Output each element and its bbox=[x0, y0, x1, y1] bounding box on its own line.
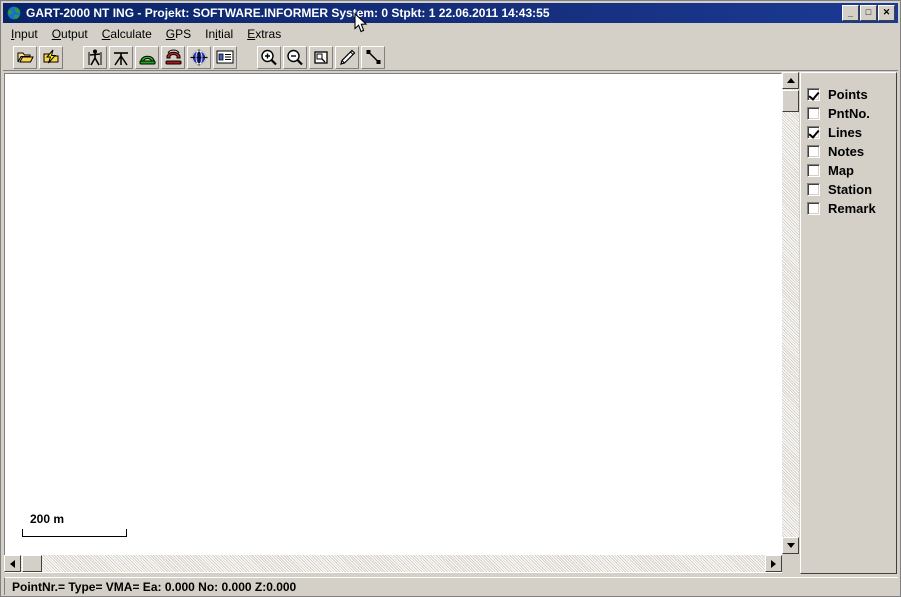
toolbar-gap-1b bbox=[73, 57, 82, 58]
status-bar-text: PointNr.= Type= VMA= Ea: 0.000 No: 0.000… bbox=[12, 579, 297, 594]
folder-lightning-icon bbox=[43, 49, 59, 64]
scale-bar-tick-left bbox=[22, 529, 23, 537]
window-title: GART-2000 NT ING - Projekt: SOFTWARE.INF… bbox=[26, 6, 550, 20]
tripod-button[interactable] bbox=[109, 45, 133, 69]
target-button[interactable] bbox=[187, 45, 211, 69]
layer-checkbox-notes[interactable] bbox=[807, 145, 820, 158]
layer-checkbox-station[interactable] bbox=[807, 183, 820, 196]
menu-item-initial[interactable]: Initial bbox=[203, 26, 242, 42]
layer-checkbox-map-label: Map bbox=[828, 163, 854, 178]
toolbar-gap-1 bbox=[64, 57, 73, 58]
pencil-icon bbox=[339, 49, 355, 65]
zoom-in-button[interactable] bbox=[257, 45, 281, 69]
toolbar-gap-2 bbox=[238, 57, 247, 58]
red-telephone-icon bbox=[165, 49, 181, 65]
layer-checkbox-notes-row[interactable]: Notes bbox=[801, 142, 896, 161]
scroll-left-arrow-icon bbox=[10, 559, 15, 568]
layer-checkbox-notes-label: Notes bbox=[828, 144, 865, 159]
maximize-button[interactable]: □ bbox=[860, 5, 877, 21]
scale-bar: 200 m bbox=[22, 512, 127, 537]
zoom-out-button[interactable] bbox=[283, 45, 307, 69]
surveyor-person-icon bbox=[88, 49, 102, 65]
line-button[interactable] bbox=[361, 45, 385, 69]
toolbar bbox=[3, 44, 898, 71]
layer-checkbox-lines[interactable] bbox=[807, 126, 820, 139]
minimize-icon: _ bbox=[847, 8, 853, 18]
layer-checkbox-lines-row[interactable]: Lines bbox=[801, 123, 896, 142]
close-button[interactable]: ✕ bbox=[878, 5, 895, 21]
layer-checkbox-points-row[interactable]: Points bbox=[801, 85, 896, 104]
layer-checkbox-station-row[interactable]: Station bbox=[801, 180, 896, 199]
scroll-down-arrow-icon bbox=[786, 543, 795, 548]
layer-checkbox-remark-row[interactable]: Remark bbox=[801, 199, 896, 218]
layer-checkbox-pntno-label: PntNo. bbox=[828, 106, 870, 121]
title-bar[interactable]: GART-2000 NT ING - Projekt: SOFTWARE.INF… bbox=[3, 3, 898, 23]
menu-item-input[interactable]: Input bbox=[9, 26, 47, 42]
line-icon bbox=[366, 50, 380, 64]
green-telephone-icon bbox=[139, 55, 155, 65]
scrollbar-corner bbox=[782, 555, 799, 572]
scroll-right-arrow-icon bbox=[771, 559, 776, 568]
scroll-right-button[interactable] bbox=[765, 555, 782, 572]
scroll-left-button[interactable] bbox=[4, 555, 21, 572]
layer-checkbox-points-label: Points bbox=[828, 87, 868, 102]
drawing-canvas[interactable]: 200 m bbox=[4, 73, 782, 573]
scale-bar-tick-right bbox=[126, 529, 127, 537]
layer-checkbox-pntno-row[interactable]: PntNo. bbox=[801, 104, 896, 123]
window-controls: _ □ ✕ bbox=[842, 5, 895, 21]
open-project-button[interactable] bbox=[13, 45, 37, 69]
magnifier-plus-icon bbox=[261, 49, 277, 65]
layer-checkbox-map-row[interactable]: Map bbox=[801, 161, 896, 180]
scroll-down-button[interactable] bbox=[782, 537, 799, 554]
maximize-icon: □ bbox=[865, 7, 872, 17]
plot-area[interactable] bbox=[5, 74, 781, 572]
surveyor-button[interactable] bbox=[83, 45, 107, 69]
scroll-up-button[interactable] bbox=[782, 72, 799, 89]
menu-item-extras[interactable]: Extras bbox=[245, 26, 290, 42]
menu-item-gps[interactable]: GPS bbox=[164, 26, 200, 42]
import-data-button[interactable] bbox=[39, 45, 63, 69]
zoom-window-icon bbox=[314, 50, 328, 64]
zoom-window-button[interactable] bbox=[309, 45, 333, 69]
magnifier-minus-icon bbox=[287, 49, 303, 65]
layer-checkbox-lines-label: Lines bbox=[828, 125, 862, 140]
menu-item-calculate[interactable]: Calculate bbox=[100, 26, 161, 42]
scale-bar-label: 200 m bbox=[30, 512, 65, 526]
scroll-up-arrow-icon bbox=[786, 78, 795, 83]
open-folder-icon bbox=[17, 52, 34, 63]
application-window: GART-2000 NT ING - Projekt: SOFTWARE.INF… bbox=[0, 0, 901, 597]
list-button[interactable] bbox=[213, 45, 237, 69]
layer-checkbox-station-label: Station bbox=[828, 182, 873, 197]
connect-button[interactable] bbox=[135, 45, 159, 69]
toolbar-left-pad bbox=[3, 57, 12, 58]
disconnect-button[interactable] bbox=[161, 45, 185, 69]
tripod-icon bbox=[114, 51, 128, 65]
globe-icon bbox=[6, 5, 22, 21]
layer-checkbox-points[interactable] bbox=[807, 88, 820, 101]
toolbar-gap-2b bbox=[247, 57, 256, 58]
layer-visibility-panel: Points PntNo. Lines Notes Map Station Remark bbox=[800, 72, 897, 574]
status-bar: PointNr.= Type= VMA= Ea: 0.000 No: 0.000… bbox=[4, 577, 898, 595]
canvas-horizontal-scrollbar[interactable] bbox=[4, 555, 782, 572]
layer-checkbox-remark-label: Remark bbox=[828, 201, 876, 216]
menu-item-output[interactable]: Output bbox=[50, 26, 97, 42]
minimize-button[interactable]: _ bbox=[842, 5, 859, 21]
scale-bar-line bbox=[22, 529, 127, 537]
layer-checkbox-remark[interactable] bbox=[807, 202, 820, 215]
vertical-scroll-thumb[interactable] bbox=[782, 90, 799, 112]
details-list-icon bbox=[216, 50, 234, 64]
menu-bar: Input Output Calculate GPS Initial Extras bbox=[3, 24, 898, 43]
layer-checkbox-pntno[interactable] bbox=[807, 107, 820, 120]
horizontal-scroll-thumb[interactable] bbox=[22, 555, 42, 572]
canvas-vertical-scrollbar[interactable] bbox=[782, 72, 799, 554]
crosshair-globe-icon bbox=[190, 49, 208, 65]
layer-checkbox-map[interactable] bbox=[807, 164, 820, 177]
pencil-button[interactable] bbox=[335, 45, 359, 69]
vertical-scroll-track[interactable] bbox=[782, 89, 799, 537]
close-icon: ✕ bbox=[882, 7, 891, 17]
horizontal-scroll-track[interactable] bbox=[21, 555, 765, 572]
